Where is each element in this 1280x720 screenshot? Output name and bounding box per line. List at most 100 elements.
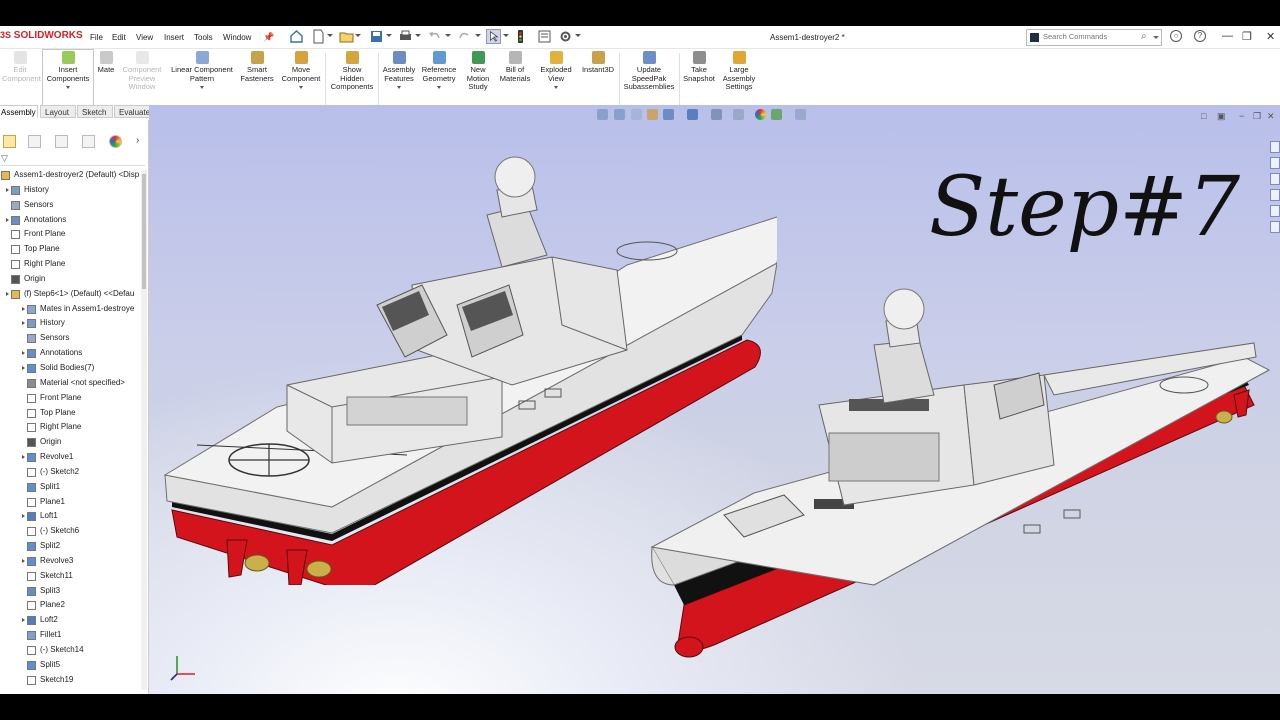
dimxpert-manager-tab-icon[interactable] <box>82 135 95 148</box>
expand-arrow-icon[interactable] <box>22 514 25 519</box>
menu-file[interactable]: File <box>90 33 103 42</box>
tree-row[interactable]: History <box>0 316 147 331</box>
print-icon[interactable] <box>398 29 413 44</box>
open-dropdown-icon[interactable] <box>355 34 361 37</box>
tree-row[interactable]: Split3 <box>0 584 147 599</box>
reference-geometry-button[interactable]: Reference Geometry <box>420 51 458 89</box>
insert-components-button[interactable]: Insert Components <box>44 51 92 89</box>
search-dropdown-icon[interactable] <box>1153 36 1159 39</box>
new-dropdown-icon[interactable] <box>327 34 333 37</box>
traffic-light-icon[interactable] <box>513 29 528 44</box>
large-assembly-settings-button[interactable]: Large Assembly Settings <box>719 51 759 92</box>
view-orientation-icon[interactable] <box>687 109 698 120</box>
take-snapshot-button[interactable]: Take Snapshot <box>681 51 717 83</box>
component-preview-window-button[interactable]: Component Preview Window <box>119 51 165 92</box>
edit-component-button[interactable]: Edit Component <box>2 51 41 83</box>
expand-arrow-icon[interactable] <box>6 291 9 296</box>
reference-geometry-dropdown-icon[interactable] <box>437 86 441 89</box>
zoom-to-area-icon[interactable] <box>614 109 625 120</box>
apply-scene-icon[interactable] <box>771 109 782 120</box>
task-pane-library-icon[interactable] <box>1270 173 1280 185</box>
viewport-minimize-icon[interactable]: − <box>1239 111 1244 121</box>
tree-row[interactable]: Plane2 <box>0 598 147 613</box>
tree-row[interactable]: Right Plane <box>0 257 147 272</box>
menu-insert[interactable]: Insert <box>164 33 184 42</box>
filter-funnel-icon[interactable]: ▽ <box>1 153 8 164</box>
undo-dropdown-icon[interactable] <box>445 34 451 37</box>
assembly-features-dropdown-icon[interactable] <box>397 86 401 89</box>
tree-filter[interactable]: ▽ <box>0 153 145 166</box>
expand-arrow-icon[interactable] <box>22 618 25 623</box>
solidworks-logo[interactable]: 3S SOLIDWORKS <box>0 30 83 41</box>
menu-tools[interactable]: Tools <box>194 33 213 42</box>
destroyer-model-2[interactable] <box>644 285 1274 665</box>
search-commands-input[interactable] <box>1043 31 1139 42</box>
tab-assembly[interactable]: Assembly <box>0 105 38 118</box>
expand-arrow-icon[interactable] <box>22 558 25 563</box>
tree-row[interactable]: Origin <box>0 272 147 287</box>
user-account-icon[interactable]: ○ <box>1170 30 1182 42</box>
tree-row[interactable]: (-) Sketch6 <box>0 524 147 539</box>
tree-row[interactable]: Revolve3 <box>0 554 147 569</box>
tree-row[interactable]: Assem1-destroyer2 (Default) <Disp <box>0 168 147 183</box>
tree-row[interactable]: Front Plane <box>0 391 147 406</box>
viewport-close-icon[interactable]: ✕ <box>1267 111 1275 122</box>
task-pane-appearances-icon[interactable] <box>1270 205 1280 217</box>
search-commands-box[interactable]: ⌕ <box>1026 29 1162 46</box>
tree-row[interactable]: Split1 <box>0 480 147 495</box>
task-pane-properties-icon[interactable] <box>1270 221 1280 233</box>
open-folder-icon[interactable] <box>339 29 354 44</box>
tree-row[interactable]: Split2 <box>0 539 147 554</box>
task-pane-resources-icon[interactable] <box>1270 157 1280 169</box>
chevron-right-icon[interactable]: › <box>136 135 139 146</box>
minimize-window-button[interactable]: — <box>1222 30 1233 42</box>
pin-icon[interactable]: 📌 <box>263 32 274 43</box>
tab-layout[interactable]: Layout <box>40 105 76 118</box>
viewport-split-icon[interactable]: □ <box>1201 111 1206 121</box>
redo-dropdown-icon[interactable] <box>475 34 481 37</box>
tree-row[interactable]: Annotations <box>0 213 147 228</box>
expand-arrow-icon[interactable] <box>22 455 25 460</box>
viewport-tile-icon[interactable]: ▣ <box>1217 111 1226 122</box>
tree-row[interactable]: Loft2 <box>0 613 147 628</box>
tree-row[interactable]: Mates in Assem1-destroye <box>0 302 147 317</box>
undo-icon[interactable] <box>427 29 442 44</box>
scrollbar-thumb[interactable] <box>142 174 146 289</box>
assembly-features-button[interactable]: Assembly Features <box>381 51 417 89</box>
linear-component-pattern-button[interactable]: Linear Component Pattern <box>168 51 236 89</box>
edit-appearance-icon[interactable] <box>755 109 766 120</box>
tree-row[interactable]: Loft1 <box>0 509 147 524</box>
task-pane-explorer-icon[interactable] <box>1270 189 1280 201</box>
view-settings-icon[interactable] <box>795 109 806 120</box>
feature-manager-tab-icon[interactable] <box>3 135 16 148</box>
previous-view-icon[interactable] <box>631 109 642 120</box>
smart-fasteners-button[interactable]: Smart Fasteners <box>238 51 276 83</box>
tree-scrollbar[interactable] <box>141 170 147 690</box>
tree-row[interactable]: Solid Bodies(7) <box>0 361 147 376</box>
tree-row[interactable]: (f) Step6<1> (Default) <<Defau <box>0 287 147 302</box>
property-manager-tab-icon[interactable] <box>28 135 41 148</box>
tree-row[interactable]: Top Plane <box>0 406 147 421</box>
tree-row[interactable]: Sensors <box>0 198 147 213</box>
graphics-area[interactable]: □ ▣ − ❐ ✕ Step#7 <box>149 105 1280 694</box>
select-dropdown-icon[interactable] <box>503 34 509 37</box>
viewport-restore-icon[interactable]: ❐ <box>1253 111 1261 122</box>
save-icon[interactable] <box>369 29 384 44</box>
tree-row[interactable]: Revolve1 <box>0 450 147 465</box>
linear-pattern-dropdown-icon[interactable] <box>200 86 204 89</box>
print-dropdown-icon[interactable] <box>415 34 421 37</box>
expand-arrow-icon[interactable] <box>22 306 25 311</box>
instant3d-button[interactable]: Instant3D <box>579 51 617 75</box>
options-dropdown-icon[interactable] <box>575 34 581 37</box>
menu-window[interactable]: Window <box>223 33 251 42</box>
expand-arrow-icon[interactable] <box>6 187 9 192</box>
tree-row[interactable]: Sketch11 <box>0 569 147 584</box>
menu-view[interactable]: View <box>136 33 153 42</box>
tree-row[interactable]: Front Plane <box>0 227 147 242</box>
display-style-icon[interactable] <box>711 109 722 120</box>
update-speedpak-button[interactable]: Update SpeedPak Subassemblies <box>621 51 677 92</box>
search-icon[interactable]: ⌕ <box>1141 31 1147 42</box>
exploded-view-button[interactable]: Exploded View <box>537 51 575 89</box>
dynamic-annotation-icon[interactable] <box>663 109 674 120</box>
move-component-button[interactable]: Move Component <box>279 51 323 89</box>
